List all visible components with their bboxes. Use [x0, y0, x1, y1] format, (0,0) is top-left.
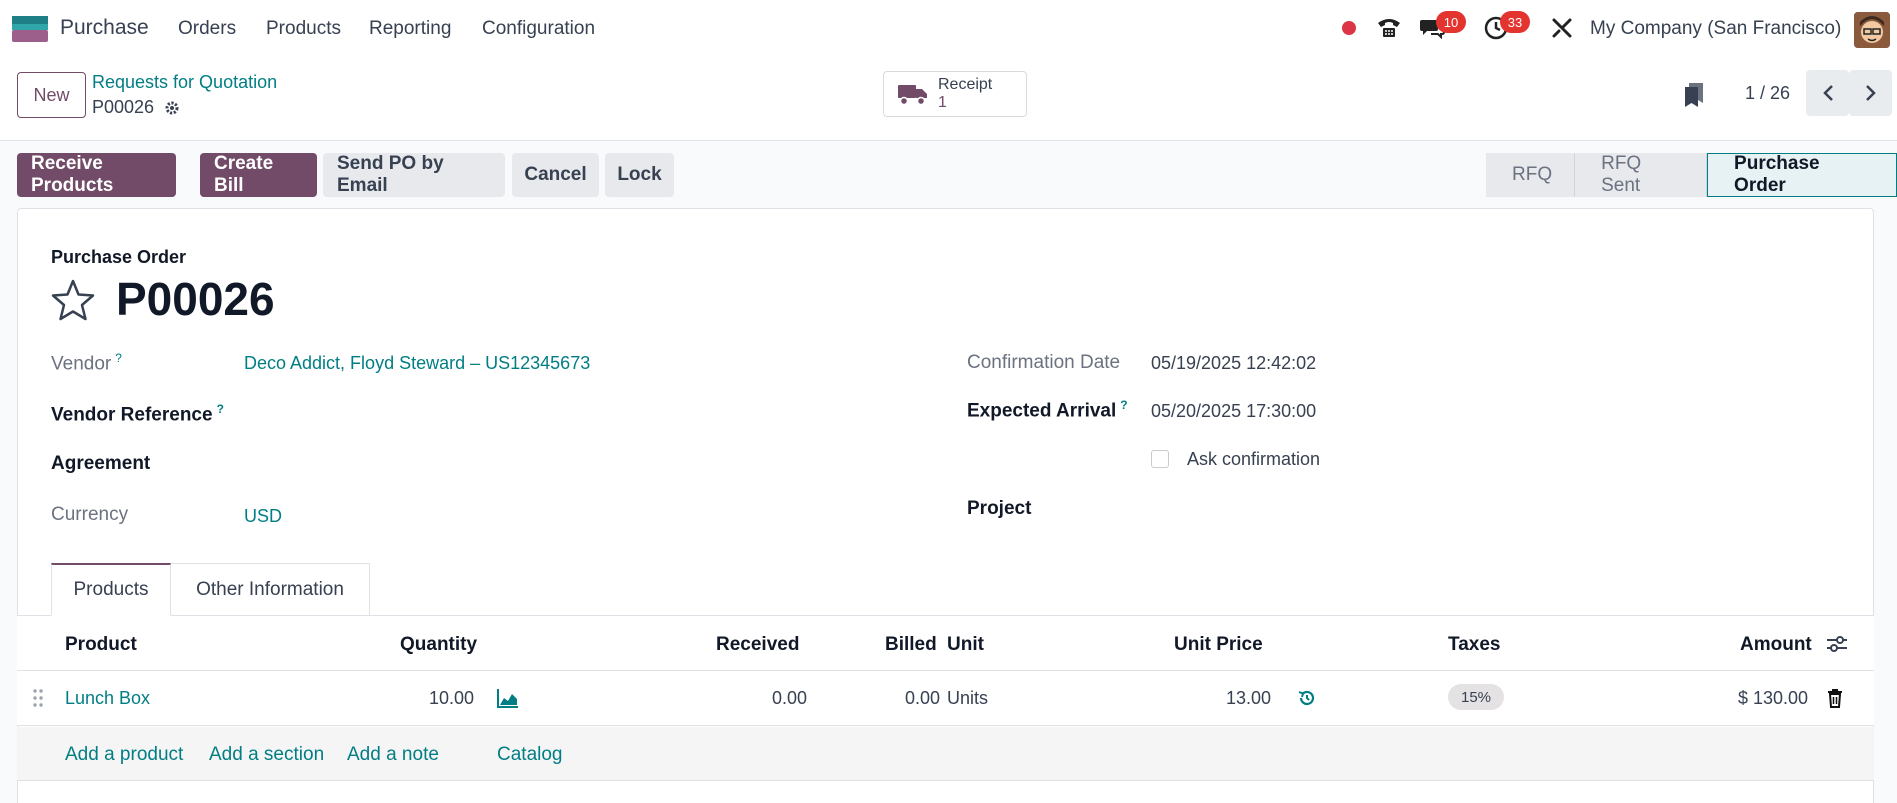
- control-panel: New Requests for Quotation P00026 Receip…: [0, 58, 1897, 141]
- messages-badge: 10: [1436, 11, 1466, 33]
- vendor-reference-label-text: Vendor Reference: [51, 404, 213, 426]
- expected-arrival-help[interactable]: ?: [1120, 398, 1127, 412]
- add-note-link[interactable]: Add a note: [347, 744, 439, 766]
- col-product[interactable]: Product: [65, 634, 137, 656]
- project-label: Project: [967, 498, 1032, 519]
- col-unit[interactable]: Unit: [947, 634, 984, 656]
- table-row[interactable]: Lunch Box 10.00 0.00 0.00 Units 13.00 15…: [17, 671, 1874, 726]
- drag-handle-icon[interactable]: [33, 688, 43, 713]
- menu-configuration[interactable]: Configuration: [482, 18, 595, 40]
- col-taxes[interactable]: Taxes: [1448, 634, 1500, 656]
- lock-button[interactable]: Lock: [605, 153, 674, 197]
- gear-icon[interactable]: [164, 100, 180, 116]
- cell-quantity[interactable]: 10.00: [429, 688, 474, 709]
- expected-arrival-label-text: Expected Arrival: [967, 400, 1117, 422]
- bookmark-icon[interactable]: [1684, 82, 1704, 113]
- col-received[interactable]: Received: [716, 634, 799, 656]
- create-bill-button[interactable]: Create Bill: [200, 153, 317, 197]
- pager-next-button[interactable]: [1849, 70, 1892, 116]
- trash-icon[interactable]: [1827, 688, 1843, 713]
- user-avatar[interactable]: [1854, 12, 1890, 48]
- debug-tools-icon[interactable]: [1548, 14, 1576, 42]
- confirmation-date-label: Confirmation Date: [967, 352, 1121, 373]
- app-name[interactable]: Purchase: [60, 16, 149, 40]
- col-billed[interactable]: Billed: [885, 634, 937, 656]
- forecast-chart-icon[interactable]: [497, 688, 519, 713]
- expected-arrival-label: Expected Arrival?: [967, 398, 1128, 422]
- receipt-count: 1: [938, 94, 947, 111]
- expected-arrival-field[interactable]: 05/20/2025 17:30:00: [1151, 401, 1316, 422]
- ask-confirmation-checkbox[interactable]: [1151, 450, 1169, 468]
- stage-rfq[interactable]: RFQ: [1486, 153, 1576, 197]
- col-unit-price[interactable]: Unit Price: [1174, 634, 1263, 656]
- vendor-reference-label: Vendor Reference?: [51, 402, 224, 426]
- col-amount[interactable]: Amount: [1740, 634, 1812, 656]
- tab-other-information[interactable]: Other Information: [171, 563, 370, 616]
- breadcrumb-current: P00026: [92, 97, 180, 118]
- agreement-label: Agreement: [51, 453, 151, 474]
- cell-unit[interactable]: Units: [947, 688, 988, 709]
- table-header: Product Quantity Received Billed Unit Un…: [17, 616, 1874, 671]
- vendor-reference-field[interactable]: [244, 402, 844, 424]
- top-navbar: Purchase Orders Products Reporting Confi…: [0, 0, 1897, 58]
- receive-products-button[interactable]: Receive Products: [17, 153, 176, 197]
- record-name: P00026: [92, 97, 155, 117]
- pager-value[interactable]: 1 / 26: [1745, 83, 1790, 104]
- col-quantity[interactable]: Quantity: [400, 634, 477, 656]
- currency-label: Currency: [51, 504, 129, 525]
- ask-confirmation-label[interactable]: Ask confirmation: [1187, 449, 1320, 470]
- company-switcher[interactable]: My Company (San Francisco): [1590, 18, 1841, 40]
- star-icon[interactable]: [50, 278, 96, 327]
- menu-reporting[interactable]: Reporting: [369, 18, 451, 40]
- cell-received: 0.00: [772, 688, 808, 708]
- cell-unit-price[interactable]: 13.00: [1226, 688, 1271, 709]
- cancel-button[interactable]: Cancel: [512, 153, 599, 197]
- breadcrumb-rfq[interactable]: Requests for Quotation: [92, 72, 277, 93]
- stage-rfq-sent[interactable]: RFQ Sent: [1575, 153, 1708, 197]
- add-section-link[interactable]: Add a section: [209, 744, 324, 766]
- menu-products[interactable]: Products: [266, 18, 341, 40]
- vendor-field[interactable]: Deco Addict, Floyd Steward – US12345673: [244, 353, 590, 374]
- catalog-link[interactable]: Catalog: [497, 744, 563, 766]
- phone-icon[interactable]: [1375, 14, 1403, 42]
- add-line-row: Add a product Add a section Add a note C…: [17, 727, 1874, 781]
- vendor-reference-help[interactable]: ?: [217, 402, 224, 416]
- confirmation-date-field[interactable]: 05/19/2025 12:42:02: [1151, 353, 1316, 374]
- vendor-label: Vendor?: [51, 351, 122, 375]
- receipt-label: Receipt: [938, 76, 993, 93]
- cell-billed: 0.00: [905, 688, 941, 708]
- new-button[interactable]: New: [17, 72, 86, 118]
- activities-badge: 33: [1500, 11, 1530, 33]
- vendor-label-text: Vendor: [51, 353, 112, 375]
- purchase-app-icon[interactable]: [12, 16, 48, 42]
- page-title: P00026: [116, 273, 275, 325]
- record-indicator-icon[interactable]: [1335, 14, 1363, 42]
- stage-purchase-order[interactable]: Purchase Order: [1707, 153, 1897, 197]
- send-po-email-button[interactable]: Send PO by Email: [323, 153, 505, 197]
- tax-badge[interactable]: 15%: [1448, 684, 1505, 710]
- tab-products[interactable]: Products: [51, 563, 171, 616]
- optional-columns-icon[interactable]: [1826, 634, 1848, 659]
- price-history-icon[interactable]: [1298, 689, 1316, 712]
- currency-field[interactable]: USD: [244, 506, 282, 527]
- form-subtitle: Purchase Order: [51, 247, 187, 267]
- agreement-field[interactable]: [244, 453, 844, 475]
- status-bar: RFQ RFQ Sent Purchase Order: [1486, 153, 1897, 197]
- chevron-left-icon: [1822, 85, 1833, 101]
- cell-product[interactable]: Lunch Box: [65, 688, 150, 709]
- receipt-smart-button[interactable]: Receipt 1: [883, 71, 1027, 117]
- cell-amount: $ 130.00: [1738, 688, 1809, 708]
- add-product-link[interactable]: Add a product: [65, 744, 183, 766]
- menu-orders[interactable]: Orders: [178, 18, 236, 40]
- vendor-help[interactable]: ?: [115, 351, 122, 365]
- truck-icon: [898, 85, 927, 106]
- pager-previous-button[interactable]: [1806, 70, 1849, 116]
- chevron-right-icon: [1865, 85, 1876, 101]
